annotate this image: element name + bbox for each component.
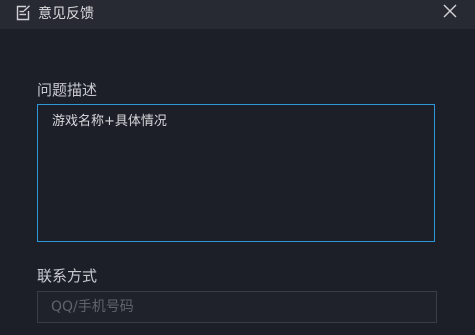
description-text: 游戏名称+具体情况 [52,114,167,129]
edit-note-icon [15,5,31,21]
close-icon [443,4,457,18]
contact-input[interactable]: QQ/手机号码 [37,291,437,323]
contact-label: 联系方式 [37,267,98,285]
feedback-dialog: 意见反馈 问题描述 游戏名称+具体情况 联系方式 QQ/手机号码 [0,0,475,335]
dialog-title: 意见反馈 [38,6,94,22]
description-label: 问题描述 [37,81,98,99]
contact-placeholder: QQ/手机号码 [51,299,134,315]
title-bar: 意见反馈 [0,0,475,29]
close-button[interactable] [440,2,460,22]
description-textarea[interactable]: 游戏名称+具体情况 [37,104,435,242]
